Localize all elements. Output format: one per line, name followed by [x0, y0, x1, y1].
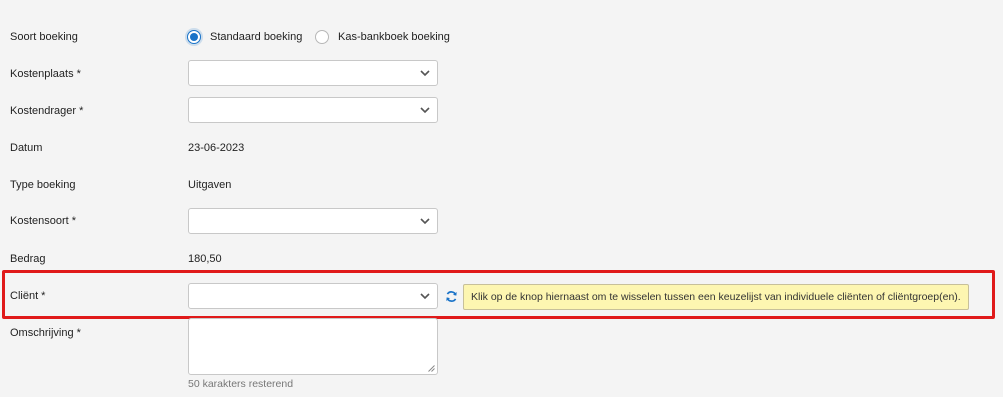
type-boeking-value: Uitgaven — [188, 179, 232, 191]
datum-value: 23-06-2023 — [188, 142, 245, 154]
chevron-down-icon — [420, 107, 430, 114]
kostenplaats-select[interactable] — [188, 60, 438, 86]
radio-standaard-boeking[interactable] — [187, 30, 201, 44]
soort-boeking-label: Soort boeking — [10, 31, 78, 43]
omschrijving-remaining-characters: 50 karakters resterend — [188, 378, 294, 390]
kostensoort-select[interactable] — [188, 208, 438, 234]
omschrijving-textarea[interactable] — [188, 318, 438, 375]
kostenplaats-label: Kostenplaats * — [10, 68, 81, 80]
kostendrager-label: Kostendrager * — [10, 105, 84, 117]
radio-kas-bankboek-boeking-label[interactable]: Kas-bankboek boeking — [338, 31, 450, 43]
chevron-down-icon — [420, 293, 430, 300]
bedrag-label: Bedrag — [10, 253, 46, 265]
client-label: Cliënt * — [10, 290, 46, 302]
datum-label: Datum — [10, 142, 43, 154]
chevron-down-icon — [420, 70, 430, 77]
radio-kas-bankboek-boeking[interactable] — [315, 30, 329, 44]
kostensoort-label: Kostensoort * — [10, 215, 77, 227]
radio-standaard-boeking-label[interactable]: Standaard boeking — [210, 31, 302, 43]
client-select[interactable] — [188, 283, 438, 309]
type-boeking-label: Type boeking — [10, 179, 76, 191]
resize-handle-icon[interactable] — [428, 365, 435, 372]
kostendrager-select[interactable] — [188, 97, 438, 123]
client-toggle-tooltip: Klik op de knop hiernaast om te wisselen… — [463, 284, 969, 310]
omschrijving-label: Omschrijving * — [10, 327, 81, 339]
refresh-icon[interactable] — [445, 290, 458, 303]
bedrag-value: 180,50 — [188, 253, 222, 265]
chevron-down-icon — [420, 218, 430, 225]
